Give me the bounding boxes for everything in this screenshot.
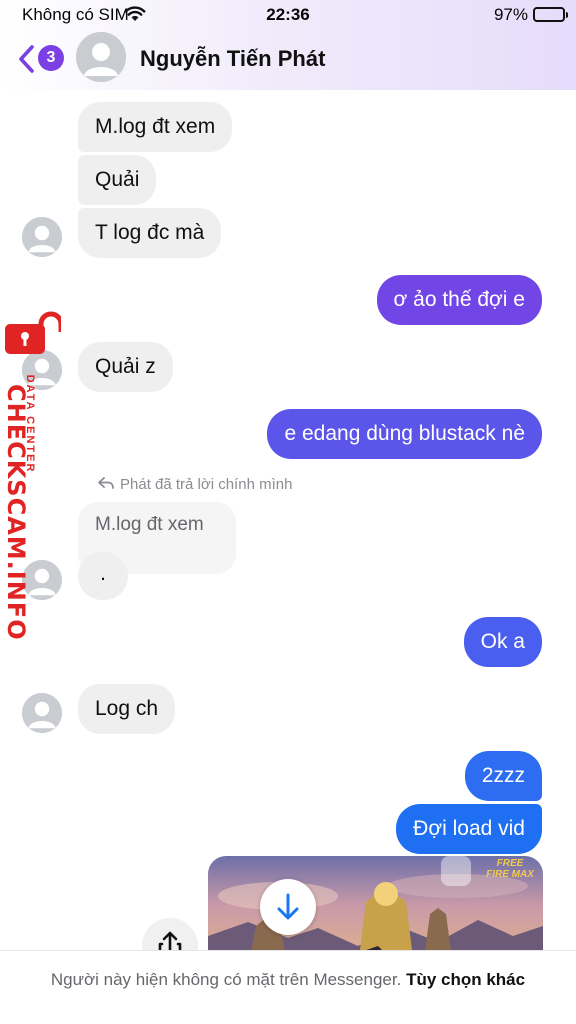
unread-count-badge: 3 — [38, 45, 64, 71]
game-logo: FREE FIRE MAX — [486, 858, 534, 880]
message-bubble-incoming[interactable]: Quải z — [78, 342, 173, 392]
reply-note-text: Phát đã trả lời chính mình — [120, 476, 293, 493]
more-options-link[interactable]: Tùy chọn khác — [406, 970, 525, 989]
message-bubble-outgoing[interactable]: ơ ảo thế đợi e — [376, 275, 542, 325]
back-button[interactable]: 3 — [16, 42, 64, 76]
default-avatar-icon — [22, 217, 62, 257]
checkscam-watermark: DATA CENTER CHECKSCAM.INFO — [0, 310, 64, 641]
unavailable-notice: Người này hiện không có mặt trên Messeng… — [0, 950, 576, 1024]
contact-avatar[interactable] — [76, 32, 126, 82]
sender-avatar[interactable] — [22, 217, 62, 257]
default-avatar-icon — [22, 693, 62, 733]
notice-text: Người này hiện không có mặt trên Messeng… — [50, 970, 402, 989]
message-bubble-outgoing[interactable]: 2zzz — [464, 751, 542, 801]
contact-name[interactable]: Nguyễn Tiến Phát — [140, 46, 325, 72]
chat-header: 3 Nguyễn Tiến Phát — [0, 32, 576, 86]
status-bar: Không có SIM 22:36 97% — [0, 0, 576, 30]
reply-indicator: Phát đã trả lời chính mình — [98, 476, 292, 493]
download-arrow-icon — [277, 893, 299, 920]
top-bar: Không có SIM 22:36 97% 3 Nguyễn Tiến Phá… — [0, 0, 576, 90]
clock: 22:36 — [266, 5, 310, 24]
default-avatar-icon — [76, 32, 126, 82]
download-button[interactable] — [260, 879, 316, 935]
message-bubble-outgoing[interactable]: Ok a — [463, 617, 542, 667]
battery-icon — [533, 7, 568, 22]
message-bubble-incoming[interactable]: T log đc mà — [78, 208, 222, 258]
message-bubble-incoming[interactable]: Log ch — [78, 684, 176, 734]
message-bubble-incoming[interactable]: M.log đt xem — [78, 102, 233, 152]
chevron-left-icon — [19, 45, 34, 73]
reply-arrow-icon — [98, 476, 114, 493]
sender-avatar[interactable] — [22, 693, 62, 733]
message-bubble-incoming[interactable]: Quải — [78, 155, 157, 205]
message-bubble-incoming[interactable]: . — [78, 552, 128, 600]
video-overlay-icon — [441, 856, 471, 886]
message-bubble-outgoing[interactable]: Đợi load vid — [396, 804, 542, 854]
watermark-title: CHECKSCAM.INFO — [2, 384, 30, 641]
lock-icon — [5, 311, 61, 354]
battery-percent: 97% — [493, 5, 528, 24]
message-bubble-outgoing[interactable]: e edang dùng blustack nè — [267, 409, 542, 459]
